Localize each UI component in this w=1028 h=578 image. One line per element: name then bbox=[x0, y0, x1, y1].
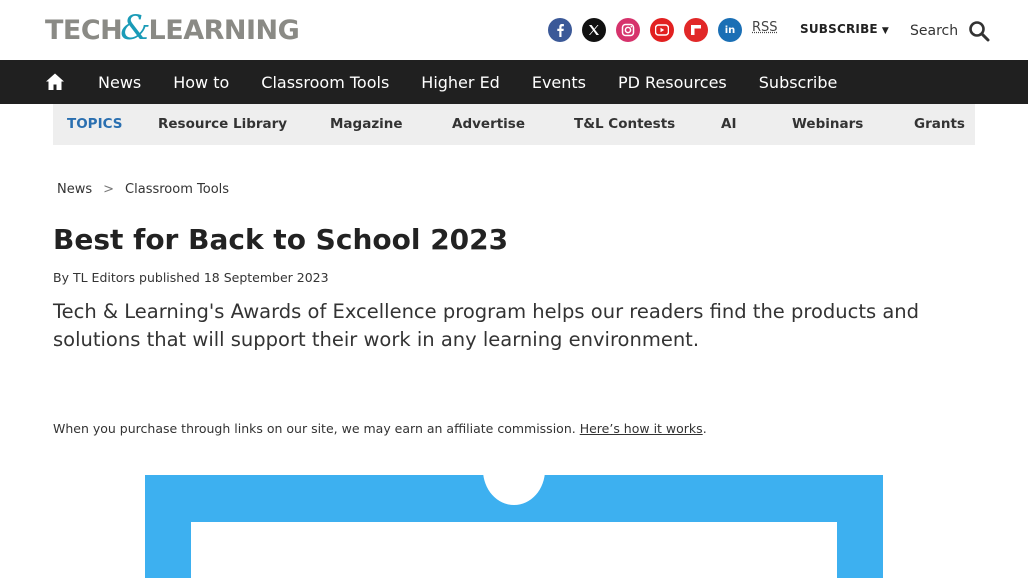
facebook-icon[interactable] bbox=[548, 18, 572, 42]
hero-image bbox=[145, 475, 883, 578]
linkedin-icon[interactable]: in bbox=[718, 18, 742, 42]
site-header: TECH & LEARNING in RSS SUBSCRIBE ▼ Search bbox=[0, 0, 1028, 60]
hero-image-inner-panel bbox=[191, 522, 837, 578]
x-twitter-icon[interactable] bbox=[582, 18, 606, 42]
instagram-icon[interactable] bbox=[616, 18, 640, 42]
search-icon bbox=[969, 21, 990, 42]
logo-text-right: LEARNING bbox=[148, 14, 300, 46]
logo-ampersand: & bbox=[120, 8, 151, 48]
topic-ai[interactable]: AI bbox=[721, 116, 736, 132]
topic-tl-contests[interactable]: T&L Contests bbox=[574, 116, 675, 132]
breadcrumb-news[interactable]: News bbox=[57, 182, 92, 197]
social-links: in bbox=[548, 18, 742, 42]
nav-item-how-to[interactable]: How to bbox=[173, 73, 229, 92]
nav-item-higher-ed[interactable]: Higher Ed bbox=[421, 73, 500, 92]
topic-webinars[interactable]: Webinars bbox=[792, 116, 863, 132]
affiliate-disclaimer: When you purchase through links on our s… bbox=[53, 421, 707, 436]
subscribe-label: SUBSCRIBE bbox=[800, 22, 878, 36]
search-button[interactable]: Search bbox=[910, 20, 990, 42]
rss-link[interactable]: RSS bbox=[752, 20, 778, 35]
breadcrumb-separator: > bbox=[103, 182, 115, 197]
nav-item-news[interactable]: News bbox=[98, 73, 141, 92]
home-icon[interactable] bbox=[45, 72, 65, 92]
main-nav: News How to Classroom Tools Higher Ed Ev… bbox=[0, 60, 1028, 104]
hero-image-notch bbox=[483, 475, 545, 505]
nav-item-classroom-tools[interactable]: Classroom Tools bbox=[261, 73, 389, 92]
article-byline: By TL Editors published 18 September 202… bbox=[53, 270, 329, 285]
byline-prefix: By bbox=[53, 270, 69, 285]
breadcrumb-classroom-tools[interactable]: Classroom Tools bbox=[125, 182, 229, 197]
site-logo[interactable]: TECH & LEARNING bbox=[45, 8, 300, 48]
topics-label: TOPICS bbox=[67, 116, 123, 132]
article-title: Best for Back to School 2023 bbox=[53, 223, 509, 256]
author-link[interactable]: TL Editors bbox=[73, 270, 135, 285]
topic-magazine[interactable]: Magazine bbox=[330, 116, 403, 132]
nav-items: News How to Classroom Tools Higher Ed Ev… bbox=[98, 60, 869, 104]
breadcrumb: News > Classroom Tools bbox=[57, 182, 229, 197]
nav-item-subscribe[interactable]: Subscribe bbox=[759, 73, 838, 92]
youtube-icon[interactable] bbox=[650, 18, 674, 42]
search-label: Search bbox=[910, 23, 959, 39]
nav-item-events[interactable]: Events bbox=[532, 73, 586, 92]
topics-bar: TOPICS Resource Library Magazine Adverti… bbox=[53, 104, 975, 145]
logo-text-left: TECH bbox=[45, 14, 123, 46]
affiliate-end: . bbox=[702, 421, 707, 436]
published-date: published 18 September 2023 bbox=[139, 270, 329, 285]
affiliate-text: When you purchase through links on our s… bbox=[53, 421, 576, 436]
flipboard-icon[interactable] bbox=[684, 18, 708, 42]
subscribe-dropdown[interactable]: SUBSCRIBE ▼ bbox=[800, 22, 889, 36]
nav-item-pd-resources[interactable]: PD Resources bbox=[618, 73, 727, 92]
topic-grants[interactable]: Grants bbox=[914, 116, 965, 132]
caret-down-icon: ▼ bbox=[881, 26, 889, 36]
affiliate-how-it-works-link[interactable]: Here’s how it works bbox=[580, 421, 703, 436]
article-strapline: Tech & Learning's Awards of Excellence p… bbox=[53, 300, 920, 351]
topic-advertise[interactable]: Advertise bbox=[452, 116, 525, 132]
topic-resource-library[interactable]: Resource Library bbox=[158, 116, 287, 132]
